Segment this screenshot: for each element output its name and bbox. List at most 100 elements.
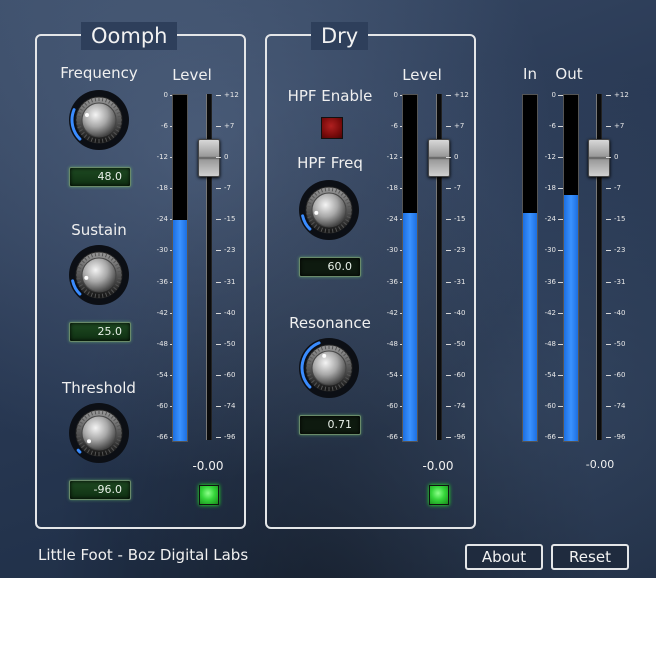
scale-tick: -96 <box>445 433 466 441</box>
scale-tick: -54 <box>536 371 563 379</box>
about-button[interactable]: About <box>465 544 543 570</box>
out-meter-fill <box>564 195 578 441</box>
dry-enable-button[interactable] <box>429 485 449 505</box>
scale-tick: -54 <box>148 371 175 379</box>
sustain-value: 25.0 <box>97 325 123 338</box>
dry-fader-scale: +12 +7 0 -7 -15 -23 -31 -40 -50 -60 -74 -96 <box>445 91 474 441</box>
scale-tick: -23 <box>605 246 626 255</box>
scale-tick: -31 <box>445 277 466 286</box>
scale-tick: 0 <box>605 153 619 162</box>
frequency-knob[interactable] <box>67 88 131 152</box>
scale-tick: -31 <box>215 277 236 286</box>
resonance-knob[interactable] <box>297 336 361 400</box>
scale-tick: -36 <box>378 278 405 286</box>
scale-tick: 0 <box>445 153 459 162</box>
oomph-level-label: Level <box>172 66 212 84</box>
oomph-meter-fill <box>173 219 187 441</box>
scale-tick: -60 <box>605 370 626 379</box>
dry-level-label: Level <box>402 66 442 84</box>
scale-tick: 0 <box>536 91 563 99</box>
resonance-value-display[interactable]: 0.71 <box>299 415 361 435</box>
reset-button[interactable]: Reset <box>551 544 629 570</box>
oomph-level-readout: -0.00 <box>192 459 224 473</box>
dry-level-readout: -0.00 <box>422 459 454 473</box>
frequency-label: Frequency <box>60 64 138 82</box>
oomph-level-meter <box>172 94 188 442</box>
scale-tick: -24 <box>536 215 563 223</box>
dry-meter-fill <box>403 212 417 441</box>
scale-tick: -7 <box>216 184 231 193</box>
hpf-enable-button[interactable] <box>321 117 343 139</box>
scale-tick: -23 <box>445 246 466 255</box>
out-level-meter <box>563 94 579 442</box>
scale-tick: -48 <box>148 340 175 348</box>
scale-tick: -40 <box>605 308 626 317</box>
scale-tick: -40 <box>215 308 236 317</box>
scale-tick: +7 <box>215 122 235 131</box>
scale-tick: -30 <box>536 246 563 254</box>
scale-tick: -60 <box>445 370 466 379</box>
brand-text: Little Foot - Boz Digital Labs <box>38 546 249 564</box>
hpf-freq-value-display[interactable]: 60.0 <box>299 257 361 277</box>
master-meter-scale: 0 -6 -12 -18 -24 -30 -36 -42 -48 -54 -60 -66 <box>536 91 563 441</box>
scale-tick: -42 <box>536 309 563 317</box>
out-label: Out <box>555 65 583 83</box>
scale-tick: 0 <box>148 91 175 99</box>
scale-tick: -42 <box>148 309 175 317</box>
scale-tick: -18 <box>378 184 405 192</box>
in-meter-fill <box>523 212 537 441</box>
scale-tick: -24 <box>148 215 175 223</box>
scale-tick: 0 <box>378 91 405 99</box>
scale-tick: -48 <box>378 340 405 348</box>
scale-tick: -12 <box>378 153 405 161</box>
scale-tick: -42 <box>378 309 405 317</box>
threshold-knob[interactable] <box>67 401 131 465</box>
frequency-value-display[interactable]: 48.0 <box>69 167 131 187</box>
oomph-enable-button[interactable] <box>199 485 219 505</box>
scale-tick: -66 <box>378 433 405 441</box>
scale-tick: -31 <box>605 277 626 286</box>
scale-tick: -18 <box>148 184 175 192</box>
threshold-value-display[interactable]: -96.0 <box>69 480 131 500</box>
oomph-fader-scale: +12 +7 0 -7 -15 -23 -31 -40 -50 -60 -74 -96 <box>215 91 244 441</box>
plugin-window: Oomph Frequency 48.0 Sustain 25.0 Thresh… <box>0 0 656 578</box>
scale-tick: +12 <box>606 91 629 99</box>
hpf-freq-knob[interactable] <box>297 178 361 242</box>
scale-tick: -15 <box>605 215 626 224</box>
scale-tick: -30 <box>148 246 175 254</box>
hpf-enable-label: HPF Enable <box>287 87 373 105</box>
scale-tick: -96 <box>605 433 626 441</box>
scale-tick: -54 <box>378 371 405 379</box>
sustain-knob[interactable] <box>67 243 131 307</box>
scale-tick: -74 <box>215 401 236 410</box>
scale-tick: -7 <box>606 184 621 193</box>
in-label: In <box>523 65 537 83</box>
scale-tick: -50 <box>445 339 466 348</box>
scale-tick: -36 <box>148 278 175 286</box>
sustain-label: Sustain <box>71 221 127 239</box>
scale-tick: -50 <box>605 339 626 348</box>
scale-tick: -6 <box>378 122 405 130</box>
scale-tick: -50 <box>215 339 236 348</box>
resonance-label: Resonance <box>289 314 371 332</box>
scale-tick: +7 <box>605 122 625 131</box>
dry-panel: Dry <box>265 22 476 529</box>
scale-tick: -48 <box>536 340 563 348</box>
scale-tick: -24 <box>378 215 405 223</box>
scale-tick: -74 <box>605 401 626 410</box>
scale-tick: -60 <box>148 402 175 410</box>
scale-tick: -15 <box>215 215 236 224</box>
scale-tick: -60 <box>536 402 563 410</box>
scale-tick: -12 <box>536 153 563 161</box>
threshold-value: -96.0 <box>93 483 122 496</box>
scale-tick: -6 <box>148 122 175 130</box>
sustain-value-display[interactable]: 25.0 <box>69 322 131 342</box>
scale-tick: -36 <box>536 278 563 286</box>
resonance-value: 0.71 <box>327 418 353 431</box>
scale-tick: -6 <box>536 122 563 130</box>
scale-tick: +7 <box>445 122 465 131</box>
scale-tick: -66 <box>536 433 563 441</box>
scale-tick: 0 <box>215 153 229 162</box>
scale-tick: -60 <box>378 402 405 410</box>
scale-tick: -40 <box>445 308 466 317</box>
